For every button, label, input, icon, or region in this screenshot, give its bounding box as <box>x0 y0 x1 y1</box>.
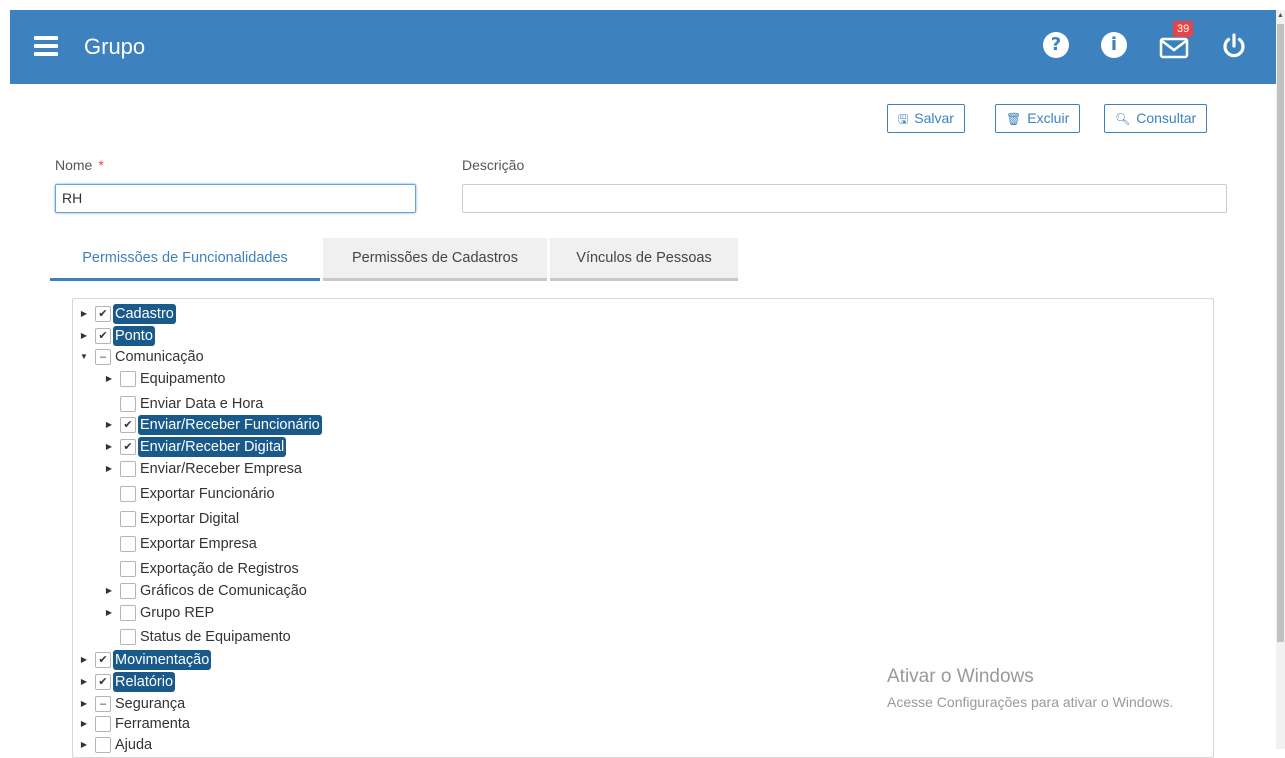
tree-checkbox[interactable]: ✔ <box>95 674 111 690</box>
tree-node-label[interactable]: Cadastro <box>113 304 176 324</box>
tree-checkbox[interactable] <box>120 629 136 645</box>
tab-vinculos-pessoas[interactable]: Vínculos de Pessoas <box>550 238 738 281</box>
expand-right-icon[interactable]: ▶ <box>79 304 89 324</box>
tree-node-label[interactable]: Exportar Digital <box>138 509 241 529</box>
name-label: Nome * <box>55 157 104 173</box>
tree-node-label[interactable]: Comunicação <box>113 347 206 367</box>
expand-right-icon[interactable]: ▶ <box>79 735 89 755</box>
expand-right-icon[interactable]: ▶ <box>79 672 89 692</box>
tree-checkbox[interactable]: ✔ <box>95 652 111 668</box>
scroll-up-arrow[interactable]: ▲ <box>1277 12 1284 19</box>
power-button[interactable] <box>1220 32 1248 65</box>
tree-node-label[interactable]: Exportar Empresa <box>138 534 259 554</box>
tree-node-label[interactable]: Grupo REP <box>138 603 216 623</box>
expand-right-icon[interactable]: ▶ <box>79 694 89 714</box>
search-button-label: Consultar <box>1136 110 1197 126</box>
name-input[interactable]: RH <box>55 184 416 213</box>
tree-checkbox[interactable] <box>120 511 136 527</box>
description-input[interactable] <box>462 184 1227 213</box>
tree-checkbox[interactable]: ✔ <box>120 439 136 455</box>
tree-node-label[interactable]: Movimentação <box>113 650 212 670</box>
expand-right-icon[interactable]: ▶ <box>79 650 89 670</box>
expand-right-icon[interactable]: ▶ <box>79 326 89 346</box>
menu-icon[interactable] <box>34 36 58 56</box>
tab-permissoes-cadastros[interactable]: Permissões de Cadastros <box>323 238 547 281</box>
tree-node-label[interactable]: Ponto <box>113 326 155 346</box>
save-button[interactable]: 🖫 Salvar <box>887 104 965 133</box>
expand-right-icon[interactable]: ▶ <box>104 603 114 623</box>
tree-checkbox[interactable] <box>95 737 111 753</box>
expand-right-icon[interactable]: ▶ <box>79 714 89 734</box>
tree-node-label[interactable]: Gráficos de Comunicação <box>138 581 309 601</box>
info-icon[interactable]: i <box>1101 32 1127 58</box>
tree-checkbox[interactable]: ✔ <box>120 417 136 433</box>
tree-node-label[interactable]: Status de Equipamento <box>138 627 293 647</box>
power-icon <box>1223 33 1245 58</box>
tree-checkbox[interactable] <box>120 486 136 502</box>
tab-permissoes-funcionalidades[interactable]: Permissões de Funcionalidades <box>50 238 320 281</box>
save-button-label: Salvar <box>914 110 954 126</box>
tree-checkbox[interactable] <box>120 583 136 599</box>
search-button[interactable]: 🔍︎ Consultar <box>1104 104 1208 133</box>
tree-node-label[interactable]: Equipamento <box>138 369 227 389</box>
expand-right-icon[interactable]: ▶ <box>104 369 114 389</box>
tree-checkbox[interactable] <box>120 461 136 477</box>
name-label-text: Nome <box>55 157 93 173</box>
tree-checkbox[interactable]: ✔ <box>95 328 111 344</box>
tree-node-label[interactable]: Segurança <box>113 694 187 714</box>
search-icon: 🔍︎ <box>1115 112 1131 126</box>
delete-button[interactable]: 🗑 Excluir <box>995 104 1081 133</box>
help-icon[interactable]: ? <box>1043 32 1069 58</box>
tree-checkbox[interactable]: – <box>95 696 111 712</box>
permissions-tree <box>72 298 1214 758</box>
expand-right-icon[interactable]: ▶ <box>104 581 114 601</box>
tree-checkbox[interactable] <box>120 605 136 621</box>
tree-checkbox[interactable] <box>120 396 136 412</box>
tree-node-label[interactable]: Enviar/Receber Digital <box>138 437 287 457</box>
required-mark: * <box>98 157 104 173</box>
tree-checkbox[interactable] <box>120 371 136 387</box>
tree-checkbox[interactable] <box>95 716 111 732</box>
page-title: Grupo <box>84 34 146 59</box>
expand-down-icon[interactable]: ▼ <box>79 347 89 367</box>
mail-icon <box>1159 37 1189 59</box>
expand-right-icon[interactable]: ▶ <box>104 415 114 435</box>
tree-checkbox[interactable] <box>120 536 136 552</box>
expand-right-icon[interactable]: ▶ <box>104 437 114 457</box>
delete-button-label: Excluir <box>1027 110 1070 126</box>
tree-node-label[interactable]: Exportar Funcionário <box>138 484 277 504</box>
tree-node-label[interactable]: Enviar/Receber Empresa <box>138 459 304 479</box>
save-icon: 🖫 <box>898 112 909 126</box>
app-header: Grupo ? i 39 <box>10 10 1276 84</box>
description-label: Descrição <box>462 157 525 173</box>
tree-checkbox[interactable]: ✔ <box>95 306 111 322</box>
tree-checkbox[interactable]: – <box>95 349 111 365</box>
trash-icon: 🗑 <box>1006 112 1022 126</box>
page-scrollbar[interactable]: ▲ <box>1276 10 1285 749</box>
mail-button[interactable]: 39 <box>1159 21 1194 60</box>
tree-node-label[interactable]: Ferramenta <box>113 714 192 734</box>
expand-right-icon[interactable]: ▶ <box>104 459 114 479</box>
tree-checkbox[interactable] <box>120 561 136 577</box>
notification-badge: 39 <box>1173 21 1194 37</box>
tree-node-label[interactable]: Enviar Data e Hora <box>138 394 265 414</box>
tree-node-label[interactable]: Exportação de Registros <box>138 559 301 579</box>
tree-node-label[interactable]: Relatório <box>113 672 176 692</box>
tree-node-label[interactable]: Enviar/Receber Funcionário <box>138 415 322 435</box>
tree-node-label[interactable]: Ajuda <box>113 735 154 755</box>
scrollbar-thumb[interactable] <box>1277 24 1284 642</box>
